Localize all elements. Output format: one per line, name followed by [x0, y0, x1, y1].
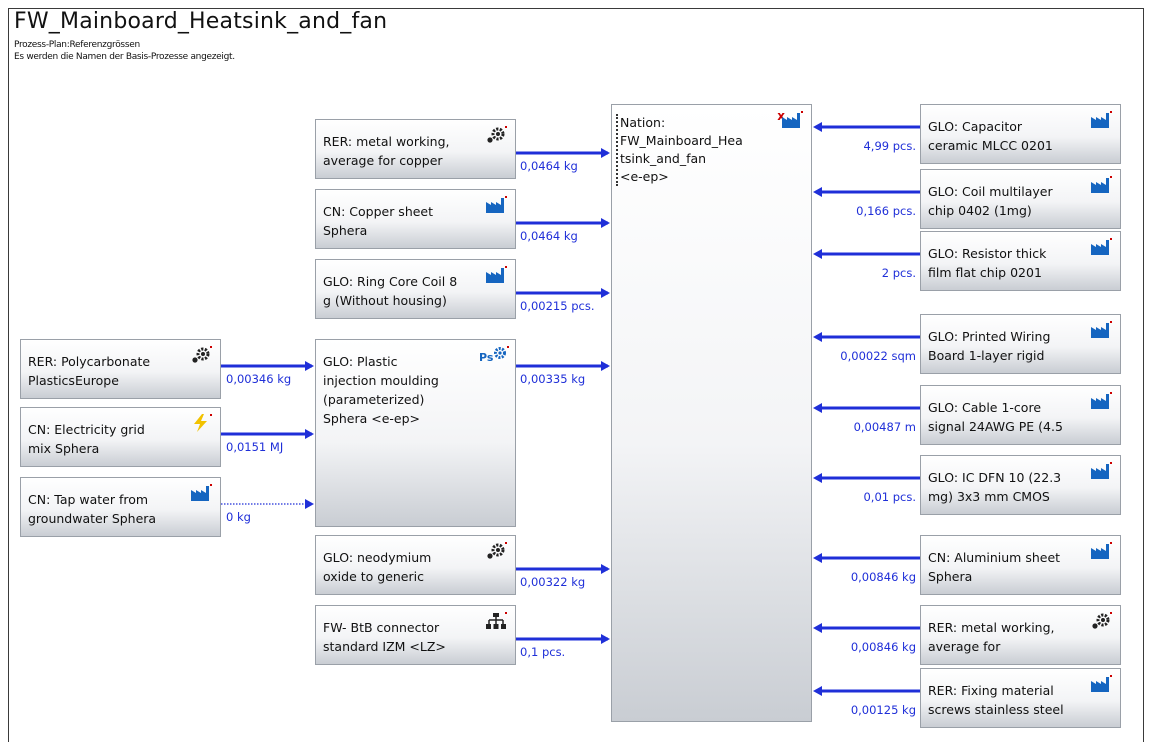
- input-process-node[interactable]: RER: Polycarbonate PlasticsEurope: [20, 339, 221, 399]
- input-process-node[interactable]: RER: metal working, average for copper: [315, 119, 516, 179]
- process-node-label: GLO: Resistor thick film flat chip 0201: [928, 246, 1047, 280]
- flow-arrowhead: [813, 122, 822, 132]
- flow-arrowhead: [305, 499, 314, 509]
- process-node-label: GLO: Plastic injection moulding (paramet…: [323, 354, 439, 426]
- process-node-label: RER: Fixing material screws stainless st…: [928, 683, 1064, 717]
- flow-amount: 0,0151 MJ: [226, 440, 284, 454]
- factory-icon: [485, 266, 507, 284]
- input-process-node[interactable]: CN: Copper sheet Sphera: [315, 189, 516, 249]
- flow-amount: 2 pcs.: [881, 266, 916, 280]
- flow-amount: 0,00335 kg: [520, 372, 586, 386]
- input-process-node[interactable]: GLO: Resistor thick film flat chip 0201: [920, 231, 1121, 291]
- factory-icon: [1090, 675, 1112, 693]
- flow-amount: 0,1 pcs.: [520, 645, 566, 659]
- flow-arrowhead: [813, 553, 822, 563]
- flow-arrowhead: [813, 332, 822, 342]
- flow-amount: 0,0464 kg: [520, 159, 578, 173]
- input-process-node[interactable]: GLO: neodymium oxide to generic: [315, 535, 516, 595]
- flow-arrowhead: [813, 187, 822, 197]
- input-process-node[interactable]: RER: Fixing material screws stainless st…: [920, 668, 1121, 728]
- input-process-node[interactable]: CN: Electricity grid mix Sphera: [20, 407, 221, 467]
- factory-icon: [1090, 542, 1112, 560]
- input-process-node[interactable]: GLO: Printed Wiring Board 1-layer rigid: [920, 314, 1121, 374]
- hierarchy-icon: [485, 612, 507, 630]
- flow-arrowhead: [601, 288, 610, 298]
- process-node-label: CN: Aluminium sheet Sphera: [928, 550, 1061, 584]
- process-node-label: GLO: IC DFN 10 (22.3 mg) 3x3 mm CMOS: [928, 470, 1062, 504]
- factory-icon: [1090, 321, 1112, 339]
- flow-amount: 0,00322 kg: [520, 575, 586, 589]
- flow-arrowhead: [813, 623, 822, 633]
- process-node-label: RER: metal working, average for: [928, 620, 1055, 654]
- process-node-label: GLO: Printed Wiring Board 1-layer rigid: [928, 329, 1051, 363]
- input-process-node[interactable]: GLO: Ring Core Coil 8 g (Without housing…: [315, 259, 516, 319]
- svg-text:Ps: Ps: [479, 351, 494, 364]
- flow-arrowhead: [813, 686, 822, 696]
- gear-icon: [485, 542, 507, 560]
- process-node-label: FW- BtB connector standard IZM <LZ>: [323, 620, 446, 654]
- flow-arrowhead: [601, 218, 610, 228]
- flow-arrowhead: [601, 634, 610, 644]
- process-node-label: Nation: FW_Mainboard_Hea tsink_and_fan <…: [616, 114, 771, 186]
- input-process-node[interactable]: RER: metal working, average for: [920, 605, 1121, 665]
- input-process-node[interactable]: CN: Aluminium sheet Sphera: [920, 535, 1121, 595]
- flow-amount: 4,99 pcs.: [863, 139, 916, 153]
- flow-amount: 0,00125 kg: [850, 703, 916, 717]
- input-process-node[interactable]: CN: Tap water from groundwater Sphera: [20, 477, 221, 537]
- flow-arrowhead: [601, 361, 610, 371]
- process-node-label: GLO: Ring Core Coil 8 g (Without housing…: [323, 274, 458, 308]
- flow-amount: 0,0464 kg: [520, 229, 578, 243]
- gear-icon: [190, 346, 212, 364]
- flow-amount: 0,00215 pcs.: [520, 299, 595, 313]
- flow-amount: 0,00022 sqm: [840, 349, 916, 363]
- factory-icon: [190, 484, 212, 502]
- process-node-label: GLO: Coil multilayer chip 0402 (1mg): [928, 184, 1053, 218]
- input-process-node[interactable]: GLO: Coil multilayer chip 0402 (1mg): [920, 169, 1121, 229]
- process-node-label: GLO: Capacitor ceramic MLCC 0201: [928, 119, 1053, 153]
- gear-icon: [1090, 612, 1112, 630]
- factory-icon: [485, 196, 507, 214]
- flow-arrowhead: [601, 564, 610, 574]
- input-process-node[interactable]: GLO: IC DFN 10 (22.3 mg) 3x3 mm CMOS: [920, 455, 1121, 515]
- ps-gear-icon: Ps: [479, 346, 509, 364]
- factory-icon: [1090, 238, 1112, 256]
- process-node-label: CN: Tap water from groundwater Sphera: [28, 492, 157, 526]
- flow-amount: 0,00487 m: [853, 420, 916, 434]
- flow-amount: 0,166 pcs.: [856, 204, 916, 218]
- gear-icon: [485, 126, 507, 144]
- factory-icon: [781, 111, 803, 129]
- factory-icon: [1090, 176, 1112, 194]
- flow-arrowhead: [813, 473, 822, 483]
- process-node-label: CN: Electricity grid mix Sphera: [28, 422, 145, 456]
- process-node-label: RER: Polycarbonate PlasticsEurope: [28, 354, 151, 388]
- flow-amount: 0,00346 kg: [226, 372, 292, 386]
- lightning-icon: [190, 414, 212, 432]
- flow-amount: 0,00846 kg: [850, 640, 916, 654]
- input-process-node[interactable]: GLO: Capacitor ceramic MLCC 0201: [920, 104, 1121, 164]
- factory-icon: [1090, 462, 1112, 480]
- process-node-nation[interactable]: Nation: FW_Mainboard_Hea tsink_and_fan <…: [611, 104, 812, 722]
- factory-icon: [1090, 392, 1112, 410]
- input-process-node[interactable]: GLO: Cable 1-core signal 24AWG PE (4.5: [920, 385, 1121, 445]
- input-process-node[interactable]: GLO: Plastic injection moulding (paramet…: [315, 339, 516, 527]
- process-node-label: GLO: neodymium oxide to generic: [323, 550, 432, 584]
- input-process-node[interactable]: FW- BtB connector standard IZM <LZ>: [315, 605, 516, 665]
- flow-arrowhead: [601, 148, 610, 158]
- factory-icon: [1090, 111, 1112, 129]
- flow-arrowhead: [305, 429, 314, 439]
- process-node-label: RER: metal working, average for copper: [323, 134, 450, 168]
- flow-amount: 0,01 pcs.: [863, 490, 916, 504]
- process-node-label: GLO: Cable 1-core signal 24AWG PE (4.5: [928, 400, 1063, 434]
- process-node-label: CN: Copper sheet Sphera: [323, 204, 434, 238]
- flow-amount: 0 kg: [226, 510, 251, 524]
- flow-arrowhead: [305, 361, 314, 371]
- flow-arrowhead: [813, 403, 822, 413]
- flow-amount: 0,00846 kg: [850, 570, 916, 584]
- flow-arrowhead: [813, 249, 822, 259]
